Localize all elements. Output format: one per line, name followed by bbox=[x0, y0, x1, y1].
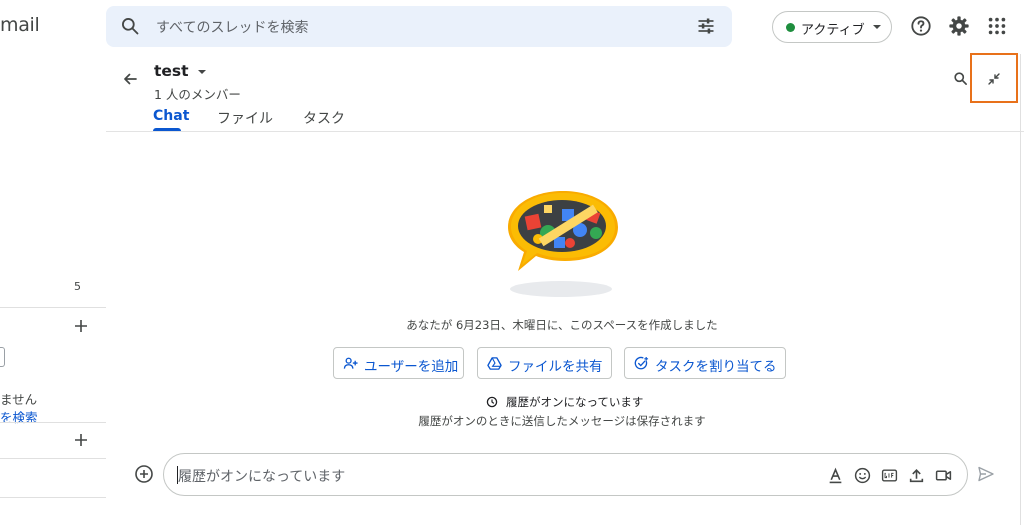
search-icon[interactable] bbox=[953, 71, 968, 86]
back-arrow-icon[interactable] bbox=[121, 70, 139, 88]
task-add-icon bbox=[634, 356, 649, 370]
history-icon bbox=[486, 396, 498, 408]
assign-task-label: タスクを割り当てる bbox=[655, 359, 777, 375]
assign-task-button[interactable]: タスクを割り当てる bbox=[624, 347, 786, 379]
history-status-title: 履歴がオンになっています bbox=[506, 395, 644, 409]
text-format-icon[interactable] bbox=[827, 467, 844, 484]
panel-edge bbox=[1020, 54, 1021, 525]
sidebar-empty-text: ません bbox=[0, 392, 38, 407]
search-icon[interactable] bbox=[120, 16, 140, 36]
sidebar-divider bbox=[0, 458, 106, 459]
header-divider bbox=[106, 131, 1024, 132]
gif-icon[interactable] bbox=[881, 467, 898, 484]
app-name[interactable]: mail bbox=[0, 14, 40, 36]
status-dot bbox=[786, 23, 795, 32]
tab-chat[interactable]: Chat bbox=[153, 108, 189, 124]
top-bar: mail すべてのスレッドを検索 アクティブ bbox=[0, 0, 1024, 54]
history-status-description: 履歴がオンのときに送信したメッセージは保存されます bbox=[418, 414, 706, 428]
chevron-down-icon[interactable] bbox=[196, 66, 208, 78]
chevron-down-icon bbox=[873, 25, 881, 29]
search-options-icon[interactable] bbox=[696, 16, 716, 36]
share-file-button[interactable]: ファイルを共有 bbox=[477, 347, 612, 379]
emoji-icon[interactable] bbox=[854, 467, 871, 484]
add-people-label: ユーザーを追加 bbox=[364, 359, 459, 375]
tab-files[interactable]: ファイル bbox=[217, 108, 273, 128]
upload-icon[interactable] bbox=[908, 467, 925, 484]
send-icon[interactable] bbox=[977, 465, 995, 483]
share-file-label: ファイルを共有 bbox=[508, 359, 603, 375]
apps-grid-icon[interactable] bbox=[986, 15, 1008, 37]
member-count[interactable]: 1 人のメンバー bbox=[154, 84, 241, 103]
search-input[interactable]: すべてのスレッドを検索 bbox=[156, 17, 308, 37]
chat-bubble-illustration bbox=[508, 191, 618, 297]
status-selector[interactable]: アクティブ bbox=[772, 11, 892, 43]
add-circle-icon[interactable] bbox=[134, 464, 154, 484]
gear-icon[interactable] bbox=[948, 15, 970, 37]
tab-tasks[interactable]: タスク bbox=[303, 108, 345, 128]
drive-icon bbox=[487, 357, 502, 370]
sidebar-unread-count: 5 bbox=[74, 280, 81, 293]
message-input[interactable]: 履歴がオンになっています bbox=[178, 466, 345, 486]
search-bar[interactable]: すべてのスレッドを検索 bbox=[106, 6, 732, 47]
status-label: アクティブ bbox=[801, 23, 865, 38]
sidebar-placeholder-box bbox=[0, 347, 5, 367]
message-composer[interactable]: 履歴がオンになっています bbox=[163, 453, 968, 496]
sidebar-divider bbox=[0, 307, 106, 308]
collapse-icon[interactable] bbox=[986, 71, 1002, 87]
add-people-button[interactable]: ユーザーを追加 bbox=[333, 347, 464, 379]
add-icon[interactable] bbox=[73, 432, 89, 448]
space-title[interactable]: test bbox=[154, 62, 189, 80]
person-add-icon bbox=[343, 357, 358, 369]
video-meeting-icon[interactable] bbox=[935, 467, 952, 484]
space-created-notice: あなたが 6月23日、木曜日に、このスペースを作成しました bbox=[406, 318, 718, 332]
sidebar-divider bbox=[0, 497, 106, 498]
help-icon[interactable] bbox=[910, 15, 932, 37]
